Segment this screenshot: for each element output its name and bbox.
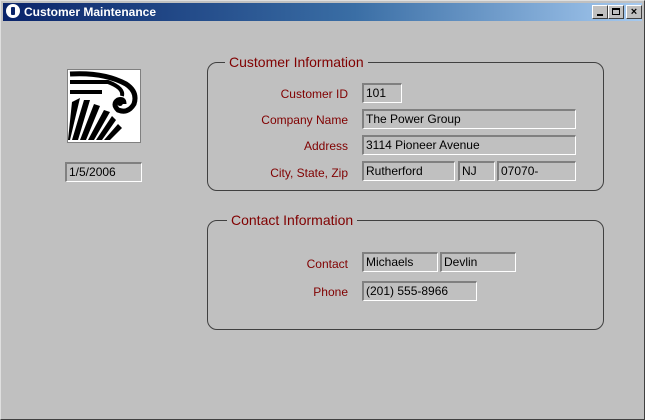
contact-label: Contact	[306, 257, 348, 271]
zip-field[interactable]: 07070-	[497, 161, 576, 181]
company-name-label: Company Name	[261, 113, 348, 127]
customer-id-label: Customer ID	[280, 87, 348, 101]
customer-id-field[interactable]: 101	[362, 83, 402, 103]
company-logo	[67, 69, 141, 143]
contact-last-name-field[interactable]: Michaels	[362, 252, 438, 272]
contact-information-group	[207, 220, 604, 330]
contact-information-legend: Contact Information	[227, 212, 358, 228]
phone-field[interactable]: (201) 555-8966	[362, 281, 477, 301]
customer-maintenance-window: Customer Maintenance × 1/5/2006 Customer…	[0, 0, 645, 420]
address-label: Address	[303, 139, 348, 153]
ionic-column-icon	[68, 70, 140, 142]
window-title: Customer Maintenance	[24, 5, 157, 19]
company-name-field[interactable]: The Power Group	[362, 109, 576, 129]
contact-first-name-field[interactable]: Devlin	[440, 252, 516, 272]
address-field[interactable]: 3114 Pioneer Avenue	[362, 135, 576, 155]
date-field[interactable]: 1/5/2006	[65, 162, 142, 182]
phone-label: Phone	[313, 285, 348, 299]
city-state-zip-label: City, State, Zip	[270, 166, 348, 180]
customer-information-legend: Customer Information	[225, 54, 368, 70]
minimize-icon	[597, 14, 603, 16]
maximize-button[interactable]	[608, 5, 624, 19]
city-field[interactable]: Rutherford	[362, 161, 455, 181]
close-button[interactable]: ×	[626, 5, 642, 19]
close-icon: ×	[630, 6, 638, 18]
title-bar[interactable]: Customer Maintenance ×	[3, 3, 642, 21]
state-field[interactable]: NJ	[458, 161, 495, 181]
app-info-icon[interactable]	[6, 4, 20, 18]
maximize-icon	[612, 8, 620, 15]
minimize-button[interactable]	[592, 5, 608, 19]
